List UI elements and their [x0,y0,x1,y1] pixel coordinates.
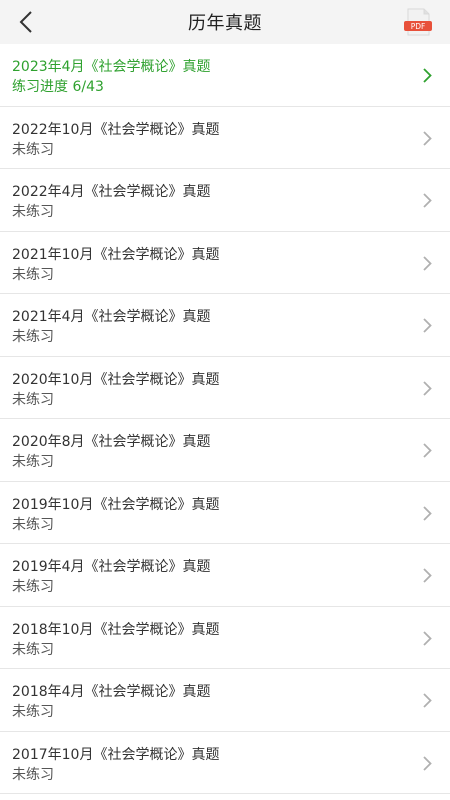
paper-list-item[interactable]: 2018年10月《社会学概论》真题 未练习 [0,607,450,669]
practice-status: 未练习 [12,766,54,783]
chevron-right-icon [423,630,432,646]
chevron-right-icon [423,443,432,458]
chevron-right-icon [423,318,432,333]
paper-list-item[interactable]: 2023年4月《社会学概论》真题 练习进度 6/43 [0,44,450,107]
chevron-right-icon [423,193,432,208]
paper-title: 2018年4月《社会学概论》真题 [12,684,211,700]
pdf-button[interactable]: PDF [402,8,434,36]
paper-title: 2023年4月《社会学概论》真题 [12,59,211,75]
paper-list-item[interactable]: 2018年4月《社会学概论》真题 未练习 [0,669,450,732]
paper-title: 2017年10月《社会学概论》真题 [12,746,220,763]
practice-status: 未练习 [12,579,54,595]
chevron-right-icon [423,568,432,583]
chevron-right-icon [423,68,432,83]
chevron-right-icon [423,755,432,771]
practice-status: 未练习 [12,641,54,658]
practice-status: 未练习 [12,516,54,533]
paper-title: 2021年4月《社会学概论》真题 [12,309,211,325]
chevron-right-icon [423,505,432,521]
paper-list: 2023年4月《社会学概论》真题 练习进度 6/43 2022年10月《社会学概论》… [0,44,450,794]
practice-status: 未练习 [12,266,54,283]
chevron-left-icon [19,11,32,33]
practice-status: 未练习 [12,204,54,220]
pdf-file-icon: PDF [404,8,432,36]
paper-list-item[interactable]: 2020年8月《社会学概论》真题 未练习 [0,419,450,482]
chevron-right-icon [423,380,432,396]
paper-list-item[interactable]: 2019年10月《社会学概论》真题 未练习 [0,482,450,544]
paper-list-item[interactable]: 2022年10月《社会学概论》真题 未练习 [0,107,450,169]
paper-title: 2020年10月《社会学概论》真题 [12,371,220,388]
paper-title: 2018年10月《社会学概论》真题 [12,621,220,638]
paper-title: 2021年10月《社会学概论》真题 [12,246,220,263]
paper-list-item[interactable]: 2021年10月《社会学概论》真题 未练习 [0,232,450,294]
back-button[interactable] [10,6,42,38]
paper-title: 2022年4月《社会学概论》真题 [12,184,211,200]
paper-title: 2019年10月《社会学概论》真题 [12,496,220,513]
top-bar: 历年真题 PDF [0,0,450,44]
paper-list-item[interactable]: 2021年4月《社会学概论》真题 未练习 [0,294,450,357]
page-title: 历年真题 [188,13,262,34]
chevron-right-icon [423,255,432,271]
practice-status: 未练习 [12,454,54,470]
paper-list-item[interactable]: 2017年10月《社会学概论》真题 未练习 [0,732,450,794]
chevron-right-icon [423,693,432,708]
practice-status: 未练习 [12,141,54,158]
practice-status: 未练习 [12,391,54,408]
paper-title: 2019年4月《社会学概论》真题 [12,559,211,575]
paper-title: 2020年8月《社会学概论》真题 [12,434,211,450]
paper-title: 2022年10月《社会学概论》真题 [12,121,220,138]
pdf-label: PDF [411,22,426,31]
practice-progress: 练习进度 6/43 [12,79,104,95]
practice-status: 未练习 [12,704,54,720]
chevron-right-icon [423,130,432,146]
paper-list-item[interactable]: 2019年4月《社会学概论》真题 未练习 [0,544,450,607]
paper-list-item[interactable]: 2020年10月《社会学概论》真题 未练习 [0,357,450,419]
paper-list-item[interactable]: 2022年4月《社会学概论》真题 未练习 [0,169,450,232]
practice-status: 未练习 [12,329,54,345]
